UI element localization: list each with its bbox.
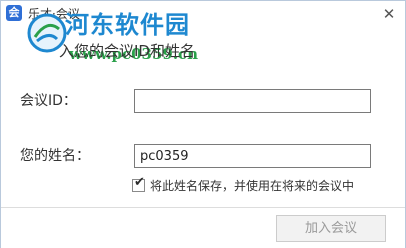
name-input[interactable] [134, 144, 371, 168]
watermark-brand: 河东软件园 [65, 10, 190, 39]
remember-name-checkbox[interactable]: ✔ [132, 175, 145, 192]
remember-name-label: 将此姓名保存，并使用在将来的会议中 [150, 179, 355, 193]
join-meeting-button[interactable]: 加入会议 [276, 215, 386, 242]
join-meeting-dialog: 会 乐才·会议 ✕ 河东软件园 www.pc0359.cn 入您的会议ID和姓名… [0, 0, 406, 248]
meeting-id-label: 会议ID： [20, 93, 77, 109]
watermark-logo: 河东软件园 www.pc0359.cn [25, 9, 245, 71]
name-label: 您的姓名： [20, 148, 90, 164]
close-icon[interactable]: ✕ [379, 4, 399, 24]
checkmark-icon: ✔ [134, 175, 145, 190]
dialog-subtitle: 入您的会议ID和姓名 [59, 42, 195, 60]
meeting-id-input[interactable] [134, 89, 371, 113]
dialog-footer: 加入会议 [1, 207, 405, 248]
app-icon: 会 [6, 5, 22, 21]
